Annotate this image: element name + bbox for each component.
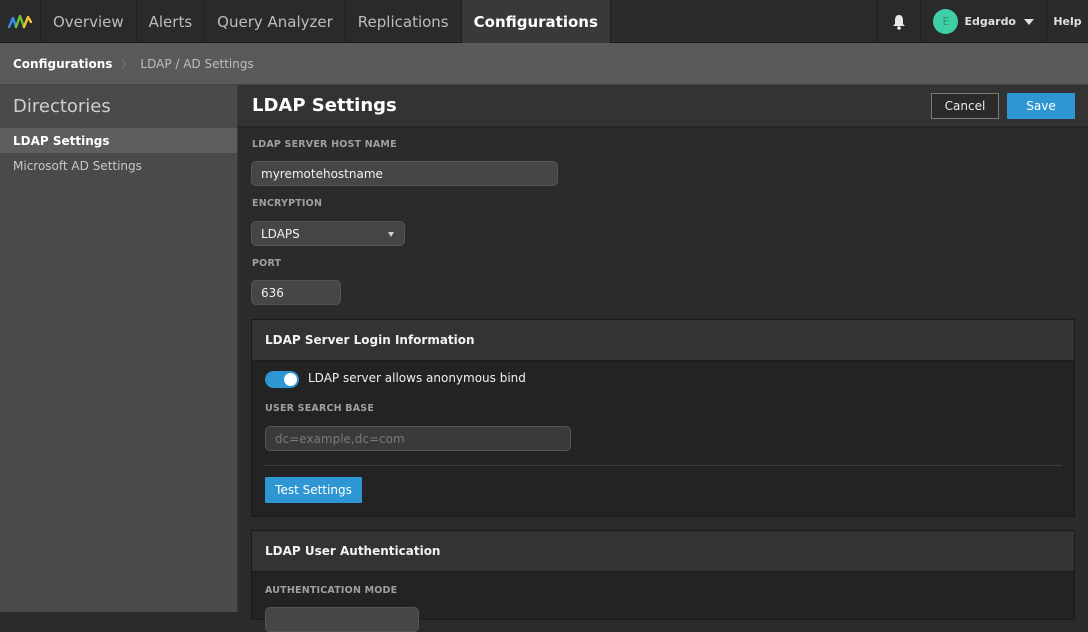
search-base-input[interactable]: dc=example,dc=com (265, 426, 571, 451)
main-content: LDAP Settings Cancel Save LDAP SERVER HO… (238, 85, 1088, 632)
breadcrumb-configurations[interactable]: Configurations (13, 57, 112, 71)
notifications-button[interactable] (878, 0, 922, 43)
test-settings-button[interactable]: Test Settings (265, 477, 362, 503)
sidebar-item-ldap-settings[interactable]: LDAP Settings (0, 128, 237, 153)
host-name-label: LDAP SERVER HOST NAME (252, 139, 397, 150)
divider (265, 465, 1062, 466)
host-name-input[interactable]: myremotehostname (251, 161, 558, 186)
nav-overview[interactable]: Overview (41, 0, 137, 43)
breadcrumb-current: LDAP / AD Settings (140, 56, 254, 71)
search-base-label: USER SEARCH BASE (265, 403, 375, 414)
nav-configurations[interactable]: Configurations (461, 0, 611, 43)
authentication-mode-select[interactable] (265, 607, 419, 632)
authentication-mode-label: AUTHENTICATION MODE (265, 585, 398, 596)
chevron-down-icon (1024, 18, 1034, 25)
app-logo-icon[interactable] (0, 0, 41, 43)
port-label: PORT (252, 258, 282, 269)
bell-icon (893, 14, 906, 30)
sidebar: Directories LDAP Settings Microsoft AD S… (0, 85, 238, 612)
nav-replications[interactable]: Replications (346, 0, 462, 43)
sidebar-item-microsoft-ad-settings[interactable]: Microsoft AD Settings (0, 153, 237, 178)
avatar: E (933, 9, 959, 34)
save-button[interactable]: Save (1007, 93, 1075, 119)
port-input[interactable]: 636 (251, 280, 341, 305)
breadcrumb: Configurations 〉 LDAP / AD Settings (0, 43, 1088, 85)
login-info-panel-title: LDAP Server Login Information (252, 320, 1074, 362)
breadcrumb-separator-icon: 〉 (121, 60, 132, 71)
page-title: LDAP Settings (252, 95, 397, 116)
toggle-knob (284, 373, 297, 386)
user-authentication-panel-title: LDAP User Authentication (252, 531, 1074, 573)
user-menu[interactable]: E Edgardo (921, 0, 1047, 43)
anonymous-bind-label: LDAP server allows anonymous bind (308, 371, 526, 385)
nav-query-analyzer[interactable]: Query Analyzer (205, 0, 346, 43)
nav-alerts[interactable]: Alerts (137, 0, 206, 43)
user-name: Edgardo (964, 15, 1016, 28)
chevron-down-icon (388, 232, 394, 237)
page-header: LDAP Settings Cancel Save (238, 85, 1088, 128)
nav-spacer (611, 0, 879, 42)
encryption-label: ENCRYPTION (252, 198, 323, 209)
help-link[interactable]: Help (1047, 0, 1088, 43)
login-info-panel: LDAP Server Login Information LDAP serve… (251, 319, 1075, 517)
cancel-button[interactable]: Cancel (931, 93, 999, 119)
anonymous-bind-toggle[interactable] (265, 371, 299, 388)
encryption-value: LDAPS (261, 226, 300, 241)
top-nav: Overview Alerts Query Analyzer Replicati… (0, 0, 1088, 43)
sidebar-title: Directories (13, 96, 111, 117)
user-authentication-panel: LDAP User Authentication AUTHENTICATION … (251, 530, 1075, 632)
encryption-select[interactable]: LDAPS (251, 221, 405, 246)
